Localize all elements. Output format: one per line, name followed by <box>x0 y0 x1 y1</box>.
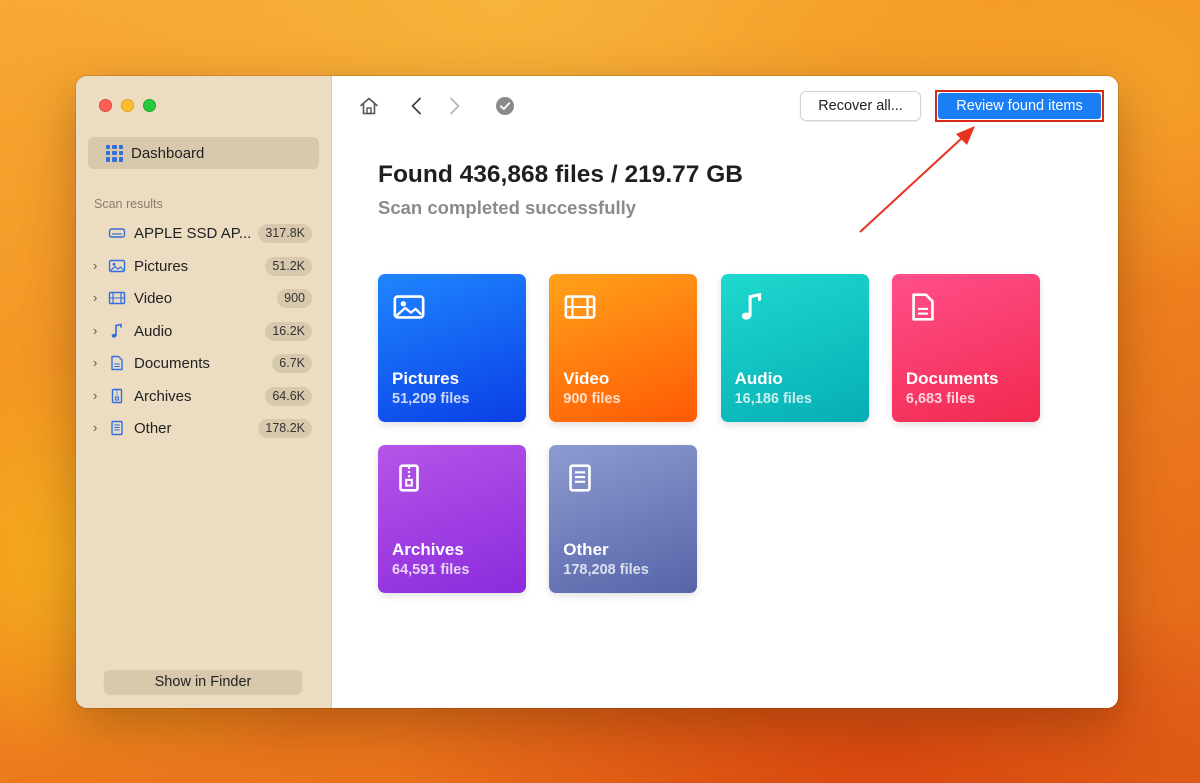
archive-icon <box>399 464 419 492</box>
tile-name: Other <box>563 540 609 559</box>
sidebar-item-label: Audio <box>134 322 173 340</box>
tile-count: 64,591 files <box>392 562 470 578</box>
review-button-highlight: Review found items <box>935 90 1104 122</box>
grid-icon <box>106 144 123 162</box>
tile-count: 900 files <box>563 391 621 407</box>
section-label: Scan results <box>94 197 163 211</box>
sidebar-item-pictures[interactable]: › Pictures 51.2K <box>76 250 332 283</box>
film-icon <box>108 291 126 305</box>
scan-results-list: APPLE SSD AP... 317.8K › Pictures 51.2K › Vide… <box>76 217 332 445</box>
music-note-icon <box>111 323 122 338</box>
count-badge: 900 <box>277 289 312 308</box>
count-badge: 6.7K <box>272 354 312 373</box>
file-icon <box>111 420 123 436</box>
back-icon[interactable] <box>406 95 428 117</box>
tile-other[interactable]: Other 178,208 files <box>549 445 698 593</box>
sidebar-item-label: Documents <box>134 355 210 372</box>
count-badge: 16.2K <box>265 321 312 341</box>
tile-name: Video <box>563 369 610 388</box>
count-badge: 64.6K <box>265 386 312 406</box>
tile-count: 16,186 files <box>734 391 812 407</box>
sidebar-item-label: Other <box>134 420 172 437</box>
sidebar-item-label: Video <box>134 290 173 307</box>
archive-icon <box>111 388 123 403</box>
count-badge: 51.2K <box>265 256 312 276</box>
zoom-window-button[interactable] <box>143 99 156 112</box>
count-badge: 317.8K <box>258 224 312 243</box>
tile-name: Documents <box>905 369 999 388</box>
home-icon[interactable] <box>358 95 380 117</box>
sidebar-item-audio[interactable]: › Audio 16.2K <box>76 315 332 348</box>
tile-count: 6,683 files <box>905 391 976 407</box>
checkmark-icon <box>496 97 514 115</box>
page-title: Found 436,868 files / 219.77 GB <box>378 161 743 188</box>
show-in-finder-button[interactable]: Show in Finder <box>104 670 302 694</box>
tile-name: Archives <box>392 540 464 559</box>
sidebar-item-apple[interactable]: APPLE SSD AP... 317.8K <box>76 217 332 250</box>
tile-video[interactable]: Video 900 files <box>549 274 698 422</box>
music-note-icon <box>741 292 761 320</box>
close-window-button[interactable] <box>99 99 112 112</box>
sidebar-item-other[interactable]: › Other 178.2K <box>76 412 332 445</box>
film-icon <box>564 295 596 319</box>
tile-archives[interactable]: Archives 64,591 files <box>378 445 526 593</box>
window-controls <box>99 99 156 112</box>
picture-icon <box>393 295 425 319</box>
tile-audio[interactable]: Audio 16,186 files <box>720 274 869 422</box>
sidebar-item-label: Pictures <box>134 257 189 275</box>
tile-count: 178,208 files <box>563 562 649 578</box>
document-icon <box>111 355 123 371</box>
file-icon <box>569 464 592 492</box>
recover-all-button[interactable]: Recover all... <box>800 91 921 121</box>
sidebar-item-video[interactable]: › Video 900 <box>76 282 332 315</box>
minimize-window-button[interactable] <box>121 99 134 112</box>
count-badge: 178.2K <box>258 419 312 438</box>
main-panel: Recover all... Review found items Found … <box>332 76 1118 708</box>
chevron-right-icon[interactable]: › <box>93 389 103 402</box>
sidebar-item-label: Archives <box>134 387 192 405</box>
picture-icon <box>108 259 126 272</box>
tile-name: Audio <box>734 369 783 388</box>
chevron-right-icon[interactable]: › <box>93 324 103 337</box>
sidebar-item-documents[interactable]: › Documents 6.7K <box>76 347 332 380</box>
chevron-right-icon[interactable]: › <box>93 356 103 369</box>
chevron-right-icon[interactable]: › <box>93 421 103 434</box>
drive-icon <box>108 228 126 238</box>
document-icon <box>912 293 934 321</box>
chevron-right-icon[interactable]: › <box>93 259 103 272</box>
page-subtitle: Scan completed successfully <box>378 197 637 218</box>
sidebar: Dashboard Scan results APPLE SSD AP... 31… <box>76 76 332 708</box>
sidebar-item-dashboard[interactable]: Dashboard <box>88 137 319 169</box>
sidebar-item-label: Dashboard <box>131 144 205 162</box>
tile-documents[interactable]: Documents 6,683 files <box>891 274 1040 422</box>
sidebar-item-archives[interactable]: › Archives 64.6K <box>76 380 332 413</box>
forward-icon[interactable] <box>443 95 465 117</box>
sidebar-item-label: APPLE SSD AP... <box>134 225 252 242</box>
review-found-items-button[interactable]: Review found items <box>938 93 1101 119</box>
tile-pictures[interactable]: Pictures 51,209 files <box>378 274 526 422</box>
tile-count: 51,209 files <box>392 391 470 407</box>
chevron-right-icon[interactable]: › <box>93 291 103 304</box>
tile-name: Pictures <box>392 369 460 388</box>
app-window: Dashboard Scan results APPLE SSD AP... 31… <box>76 76 1118 708</box>
